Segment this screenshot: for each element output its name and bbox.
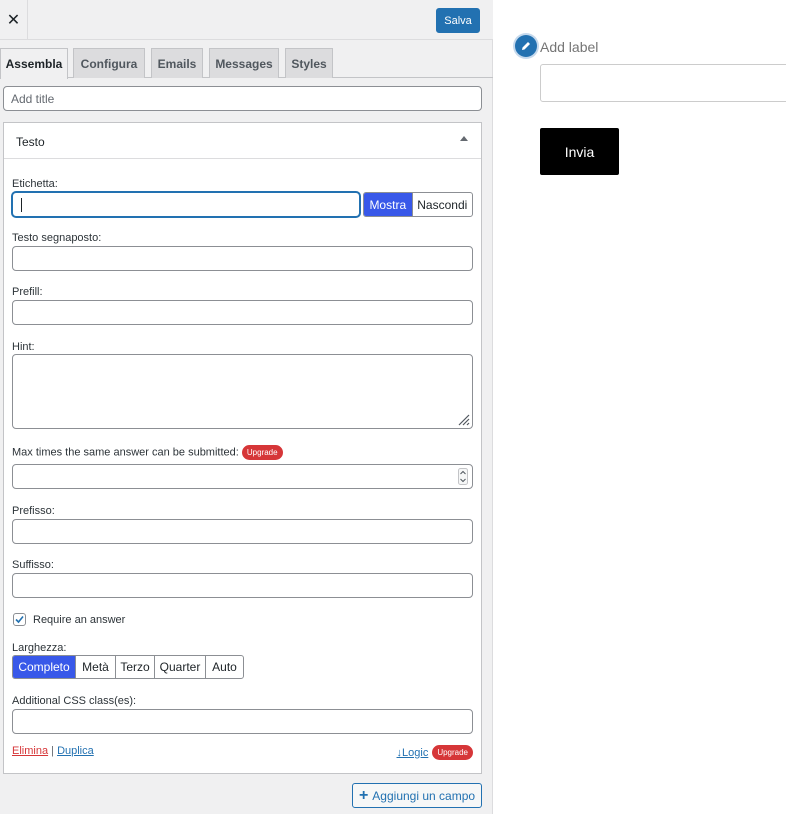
number-stepper-icon[interactable]	[458, 468, 468, 485]
collapse-arrow-icon[interactable]	[460, 136, 468, 141]
duplicate-field-link[interactable]: Duplica	[57, 745, 94, 757]
logic-upgrade-badge[interactable]: Upgrade	[432, 745, 473, 760]
max-times-number-input[interactable]	[12, 464, 473, 489]
hint-setting-label: Hint:	[12, 341, 35, 353]
preview-text-input[interactable]	[540, 64, 786, 102]
resize-handle-icon[interactable]	[456, 412, 470, 426]
text-cursor	[21, 198, 22, 212]
css-class-setting-label: Additional CSS class(es):	[12, 695, 137, 707]
add-field-label: Aggiungi un campo	[372, 788, 476, 803]
label-input[interactable]	[12, 192, 360, 217]
submit-button[interactable]: Invia	[540, 128, 619, 175]
delete-field-link[interactable]: Elimina	[12, 745, 48, 757]
preview-field-label[interactable]: Add label	[540, 39, 598, 55]
form-preview: Add label Invia	[494, 0, 786, 814]
tab-messages[interactable]: Messages	[209, 48, 279, 78]
field-header[interactable]: Testo	[4, 123, 481, 159]
placeholder-input[interactable]	[12, 246, 473, 271]
show-label-button[interactable]: Mostra	[364, 193, 412, 216]
field-actions: Elimina | Duplica	[12, 745, 94, 757]
tab-assembla[interactable]: Assembla	[0, 48, 68, 79]
width-option-completo[interactable]: Completo	[13, 656, 76, 678]
suffix-input[interactable]	[12, 573, 473, 598]
checkmark-icon	[15, 615, 24, 624]
prefix-setting-label: Prefisso:	[12, 505, 55, 517]
require-answer-checkbox[interactable]	[13, 613, 26, 626]
field-type-title: Testo	[16, 135, 45, 149]
placeholder-setting-label: Testo segnaposto:	[12, 232, 102, 244]
prefill-setting-label: Prefill:	[12, 286, 43, 298]
tab-bar: Assembla Configura Emails Messages Style…	[0, 48, 493, 79]
pencil-icon[interactable]	[515, 35, 537, 57]
top-toolbar: ✕ Salva	[0, 0, 493, 40]
upgrade-badge[interactable]: Upgrade	[241, 445, 283, 460]
logic-link[interactable]: ↓Logic	[397, 747, 429, 759]
width-option-meta[interactable]: Metà	[76, 656, 116, 678]
save-button[interactable]: Salva	[436, 8, 480, 33]
tab-configura[interactable]: Configura	[73, 48, 145, 78]
hint-textarea[interactable]	[12, 354, 473, 429]
hide-label-button[interactable]: Nascondi	[411, 193, 472, 216]
close-button[interactable]: ✕	[0, 0, 28, 40]
prefill-input[interactable]	[12, 300, 473, 325]
width-selector: Completo Metà Terzo Quarter Auto	[12, 655, 244, 679]
field-settings-panel: Testo Etichetta: Mostra Nascondi Testo s…	[3, 122, 482, 774]
width-option-quarter[interactable]: Quarter	[155, 656, 206, 678]
width-option-terzo[interactable]: Terzo	[116, 656, 155, 678]
label-visibility-toggle: Mostra Nascondi	[363, 192, 473, 217]
tab-styles[interactable]: Styles	[285, 48, 333, 78]
label-setting-label: Etichetta:	[12, 178, 58, 190]
tab-emails[interactable]: Emails	[151, 48, 203, 78]
suffix-setting-label: Suffisso:	[12, 559, 54, 571]
add-field-button[interactable]: + Aggiungi un campo	[352, 783, 482, 808]
require-answer-label: Require an answer	[33, 614, 126, 626]
max-times-setting-label: Max times the same answer can be submitt…	[12, 445, 283, 460]
css-class-input[interactable]	[12, 709, 473, 734]
logic-control: ↓Logic Upgrade	[397, 745, 473, 760]
prefix-input[interactable]	[12, 519, 473, 544]
width-setting-label: Larghezza:	[12, 642, 67, 654]
max-times-text: Max times the same answer can be submitt…	[12, 446, 239, 459]
form-title-input[interactable]	[3, 86, 482, 111]
plus-icon: +	[358, 786, 369, 804]
form-builder-panel: ✕ Salva Assembla Configura Emails Messag…	[0, 0, 493, 814]
separator: |	[51, 745, 54, 757]
width-option-auto[interactable]: Auto	[206, 656, 243, 678]
close-icon: ✕	[6, 12, 21, 29]
